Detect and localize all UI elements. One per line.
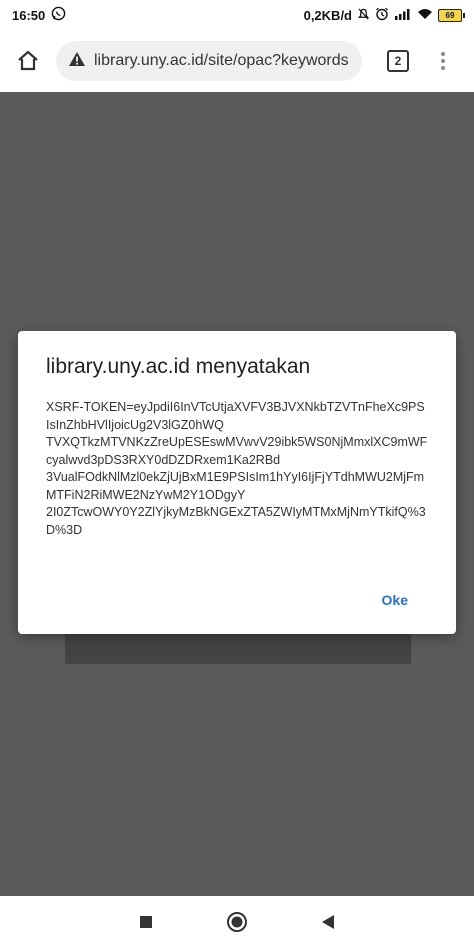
recents-button[interactable]	[126, 902, 166, 942]
wifi-icon	[417, 8, 433, 23]
menu-dot	[441, 66, 445, 70]
circle-icon	[226, 912, 247, 932]
page-content-block	[65, 632, 411, 664]
warning-icon	[68, 51, 86, 72]
tab-switcher-button[interactable]: 2	[376, 39, 420, 83]
back-button[interactable]	[308, 902, 348, 942]
home-icon	[18, 50, 38, 71]
url-bar[interactable]: library.uny.ac.id/site/opac?keywords	[56, 41, 362, 81]
alert-dialog: library.uny.ac.id menyatakan XSRF-TOKEN=…	[18, 331, 456, 634]
square-icon	[139, 916, 152, 928]
back-triangle-icon	[322, 915, 335, 929]
ok-button[interactable]: Oke	[380, 588, 410, 612]
home-nav-button[interactable]	[217, 902, 257, 942]
system-nav-bar	[0, 896, 474, 948]
tab-count: 2	[387, 50, 409, 72]
alarm-icon	[375, 7, 389, 24]
screen: 16:50 0,2KB/d 69 library.uny.ac.id/site/…	[0, 0, 474, 948]
battery-icon: 69	[438, 8, 465, 22]
menu-dot	[441, 59, 445, 63]
browser-toolbar: library.uny.ac.id/site/opac?keywords 2	[0, 30, 474, 92]
dialog-title: library.uny.ac.id menyatakan	[46, 355, 311, 378]
url-text: library.uny.ac.id/site/opac?keywords	[94, 52, 349, 69]
network-speed: 0,2KB/d	[303, 7, 352, 23]
status-bar: 16:50 0,2KB/d 69	[0, 0, 474, 30]
home-button[interactable]	[6, 39, 50, 83]
whatsapp-icon	[51, 6, 66, 24]
menu-dot	[441, 52, 445, 56]
mute-icon	[357, 7, 370, 24]
status-right: 0,2KB/d 69	[303, 7, 465, 24]
menu-button[interactable]	[428, 39, 458, 83]
signal-icon	[394, 8, 412, 23]
status-time: 16:50	[12, 7, 46, 23]
status-left: 16:50	[12, 6, 66, 24]
dialog-message: XSRF-TOKEN=eyJpdiI6InVTcUtjaXVFV3BJVXNkb…	[46, 400, 428, 537]
